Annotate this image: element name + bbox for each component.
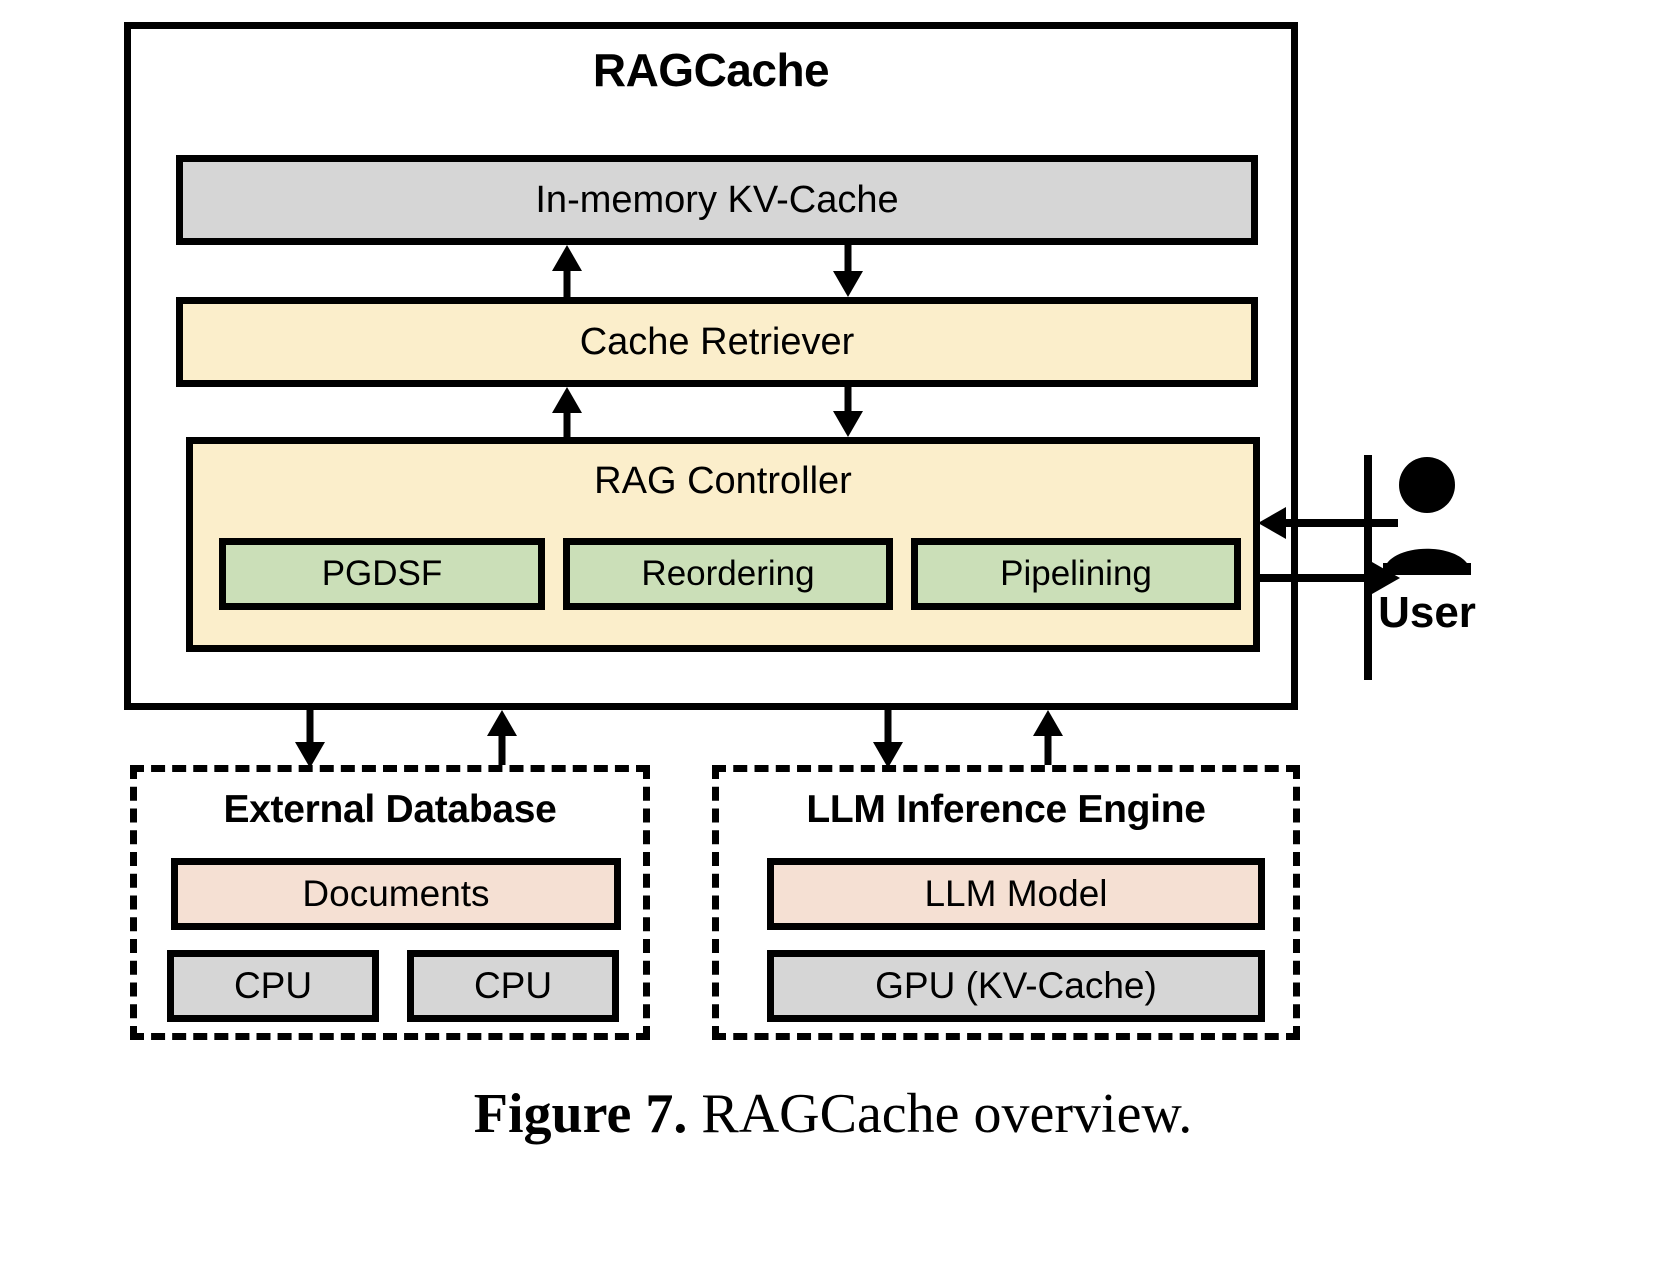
external-database-container: External Database Documents CPU CPU	[130, 765, 650, 1040]
module-reordering[interactable]: Reordering	[563, 538, 893, 610]
rag-controller-box: RAG Controller PGDSF Reordering Pipelini…	[186, 437, 1260, 652]
llm-model-label: LLM Model	[924, 873, 1108, 914]
cpu-1-label: CPU	[233, 965, 313, 1006]
external-database-title: External Database	[223, 788, 557, 831]
cache-retriever-label: Cache Retriever	[579, 321, 855, 363]
in-memory-kv-cache-label: In-memory KV-Cache	[535, 179, 899, 221]
llm-inference-engine-title: LLM Inference Engine	[806, 788, 1206, 831]
module-pipelining[interactable]: Pipelining	[911, 538, 1241, 610]
gpu-kv-cache-label: GPU (KV-Cache)	[875, 965, 1157, 1006]
cpu-box-2[interactable]: CPU	[407, 950, 619, 1022]
figure-canvas: RAGCache In-memory KV-Cache Cache Retrie…	[0, 0, 1666, 1268]
user-label: User	[1378, 588, 1476, 637]
figure-caption-text: RAGCache overview.	[701, 1083, 1193, 1145]
figure-caption-label: Figure 7.	[473, 1083, 702, 1145]
module-pipelining-label: Pipelining	[1000, 554, 1152, 593]
rag-controller-label: RAG Controller	[594, 460, 852, 502]
module-pgdsf-label: PGDSF	[321, 554, 443, 593]
documents-box[interactable]: Documents	[171, 858, 621, 930]
ragcache-title: RAGCache	[592, 44, 830, 96]
documents-label: Documents	[302, 873, 490, 914]
in-memory-kv-cache-box: In-memory KV-Cache	[176, 155, 1258, 245]
rag-controller-modules: PGDSF Reordering Pipelining	[219, 538, 1241, 610]
person-icon	[1377, 455, 1477, 575]
figure-caption: Figure 7. RAGCache overview.	[0, 1082, 1666, 1146]
cpu-box-1[interactable]: CPU	[167, 950, 379, 1022]
llm-inference-engine-container: LLM Inference Engine LLM Model GPU (KV-C…	[712, 765, 1300, 1040]
user-trunk-line	[1364, 455, 1372, 680]
gpu-kv-cache-box[interactable]: GPU (KV-Cache)	[767, 950, 1265, 1022]
cpu-2-label: CPU	[473, 965, 553, 1006]
module-reordering-label: Reordering	[641, 554, 815, 593]
cache-retriever-box: Cache Retriever	[176, 297, 1258, 387]
module-pgdsf[interactable]: PGDSF	[219, 538, 545, 610]
llm-model-box[interactable]: LLM Model	[767, 858, 1265, 930]
